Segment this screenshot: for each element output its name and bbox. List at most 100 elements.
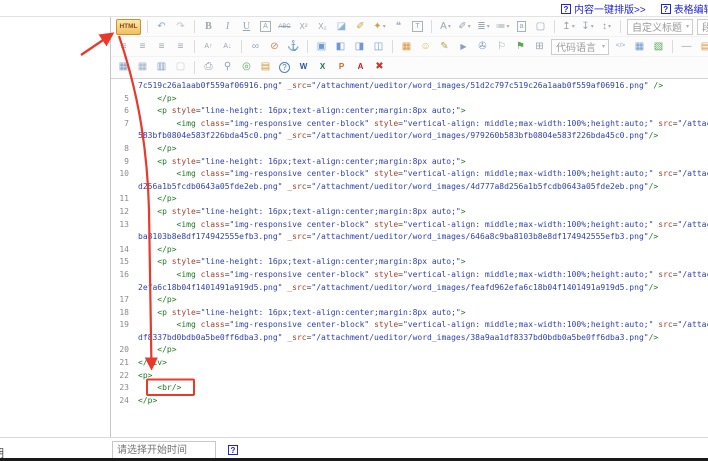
insert-table-icon[interactable]: ▦ bbox=[114, 59, 133, 76]
clear-doc-icon[interactable]: ▢ bbox=[531, 18, 550, 35]
line-number: 24 bbox=[111, 395, 134, 408]
top-link-0[interactable]: ?内容一键排版>> bbox=[561, 1, 646, 16]
code-line: 11 </p> bbox=[111, 193, 708, 206]
code-text-highlighted: <br/> bbox=[134, 382, 181, 395]
toolbar-separator bbox=[194, 40, 195, 53]
image-left-icon[interactable]: ◧ bbox=[331, 38, 350, 55]
undo-icon[interactable]: ↶ bbox=[152, 18, 171, 35]
search-replace-icon[interactable]: ◎ bbox=[237, 59, 256, 76]
image-right-icon[interactable]: ◨ bbox=[350, 38, 369, 55]
preview-icon[interactable]: ⚲ bbox=[218, 59, 237, 76]
anchor-icon[interactable]: ⚓ bbox=[284, 38, 303, 55]
align-justify-icon[interactable]: ≡ bbox=[171, 38, 190, 55]
scrawl-icon[interactable]: ✎ bbox=[435, 38, 454, 55]
google-map-icon[interactable]: ⚑ bbox=[511, 38, 530, 55]
code-language-select[interactable]: 代码语言▾ bbox=[551, 39, 609, 55]
fullscreen-icon[interactable]: ✖ bbox=[370, 59, 389, 76]
emotion-icon[interactable]: ☺ bbox=[416, 38, 435, 55]
excel-icon[interactable]: X bbox=[313, 59, 332, 76]
unordered-list-icon[interactable]: ≔▾ bbox=[493, 18, 512, 35]
line-number bbox=[111, 80, 134, 93]
toolbar-row: HTML ↶↷ BIUAABCX²X₂◪✐✦▾❝T A▾✐▾≣▾≔▾a▢ ↥▾↧▾↕▾ 自… bbox=[111, 17, 708, 37]
insert-code-icon[interactable]: </> bbox=[611, 38, 630, 55]
format-painter-icon[interactable]: ✐ bbox=[351, 18, 370, 35]
code-text: </p> bbox=[134, 344, 177, 357]
code-text: ba8103b8e8df174942555efb3.png" _src="/at… bbox=[134, 231, 658, 244]
chevron-down-icon: ▾ bbox=[468, 23, 471, 30]
top-link-label: 内容一键排版>> bbox=[574, 1, 646, 16]
line-number: 22 bbox=[111, 370, 134, 383]
delete-table-icon[interactable]: ▦ bbox=[133, 59, 152, 76]
unlink-icon[interactable]: ⊘ bbox=[265, 38, 284, 55]
superscript-icon[interactable]: X² bbox=[294, 18, 313, 35]
source-button[interactable]: HTML bbox=[116, 19, 141, 35]
link-icon[interactable]: ∞ bbox=[246, 38, 265, 55]
line-number: 11 bbox=[111, 193, 134, 206]
italic-icon[interactable]: I bbox=[218, 18, 237, 35]
auto-typeset-icon[interactable]: ✦▾ bbox=[370, 18, 389, 35]
ordered-list-icon[interactable]: ≣▾ bbox=[474, 18, 493, 35]
underline-icon[interactable]: U bbox=[237, 18, 256, 35]
line-height-icon[interactable]: ↕▾ bbox=[597, 18, 616, 35]
insert-frame-icon[interactable]: ⊞ bbox=[530, 38, 549, 55]
paste-plain-icon[interactable]: T bbox=[408, 18, 427, 35]
strikethrough-icon[interactable]: ABC bbox=[275, 18, 294, 35]
line-number: 6 bbox=[111, 105, 134, 118]
code-line: 19 <img class="img-responsive center-blo… bbox=[111, 319, 708, 332]
word-import-icon[interactable]: W bbox=[294, 59, 313, 76]
redo-icon[interactable]: ↷ bbox=[171, 18, 190, 35]
attachment-icon[interactable]: ✇ bbox=[473, 38, 492, 55]
row-spacing-top-icon[interactable]: ↥▾ bbox=[559, 18, 578, 35]
insert-image-icon[interactable]: ▦ bbox=[397, 38, 416, 55]
line-number: 20 bbox=[111, 344, 134, 357]
blockquote-icon[interactable]: ❝ bbox=[389, 18, 408, 35]
toolbar-separator bbox=[307, 40, 308, 53]
drafts-icon[interactable]: ▤ bbox=[256, 59, 275, 76]
code-text: <p style="line-height: 16px;text-align:c… bbox=[134, 206, 466, 219]
font-size-down-icon[interactable]: A↓ bbox=[218, 38, 237, 55]
image-none-icon[interactable]: ▣ bbox=[312, 38, 331, 55]
edit-table-icon[interactable]: ▦ bbox=[630, 38, 649, 55]
chevron-down-icon: ▾ bbox=[448, 23, 451, 30]
table-props-icon[interactable]: ▥ bbox=[152, 59, 171, 76]
ueditor: HTML↶↷BIUAABCX²X₂◪✐✦▾❝TA▾✐▾≣▾≔▾a▢↥▾↧▾↕▾自… bbox=[110, 17, 708, 437]
help-icon[interactable]: ? bbox=[275, 59, 294, 76]
top-link-1[interactable]: ?表格编辑数据 bbox=[661, 1, 708, 16]
background-color-icon[interactable]: ✐▾ bbox=[455, 18, 474, 35]
code-text: <img class="img-responsive center-block"… bbox=[134, 319, 708, 332]
image-center-icon[interactable]: ◫ bbox=[369, 38, 388, 55]
line-number bbox=[111, 181, 134, 194]
pdf-icon[interactable]: A bbox=[351, 59, 370, 76]
align-left-icon[interactable]: ≡ bbox=[114, 38, 133, 55]
start-time-input[interactable] bbox=[112, 441, 216, 459]
insert-video-icon[interactable]: ▶ bbox=[454, 38, 473, 55]
font-color-icon[interactable]: A▾ bbox=[436, 18, 455, 35]
toolbar-separator bbox=[147, 20, 148, 33]
horizontal-rule-icon[interactable]: — bbox=[677, 38, 696, 55]
field-help-icon[interactable]: ? bbox=[228, 445, 238, 455]
font-size-up-icon[interactable]: A↑ bbox=[199, 38, 218, 55]
select-all-icon[interactable]: a bbox=[512, 18, 531, 35]
subscript-icon[interactable]: X₂ bbox=[313, 18, 332, 35]
align-center-icon[interactable]: ≡ bbox=[133, 38, 152, 55]
date-icon[interactable]: ▤ bbox=[696, 38, 708, 55]
row-spacing-bottom-icon[interactable]: ↧▾ bbox=[578, 18, 597, 35]
custom-style-select[interactable]: 自定义标题▾ bbox=[627, 19, 693, 35]
image-manager-icon[interactable]: ▧ bbox=[649, 38, 668, 55]
source-code-area[interactable]: 7c519c26a1aab0f559af06916.png" _src="/at… bbox=[111, 80, 708, 437]
font-border-icon[interactable]: A bbox=[256, 18, 275, 35]
remove-format-icon[interactable]: ◪ bbox=[332, 18, 351, 35]
line-number: 13 bbox=[111, 219, 134, 232]
line-number: 17 bbox=[111, 294, 134, 307]
bold-icon[interactable]: B bbox=[199, 18, 218, 35]
paragraph-select[interactable]: 段落▾ bbox=[697, 19, 708, 35]
ppt-icon[interactable]: P bbox=[332, 59, 351, 76]
align-right-icon[interactable]: ≡ bbox=[152, 38, 171, 55]
toolbar-separator bbox=[554, 20, 555, 33]
page-canvas: { "page": { "help_symbol": "?", "top_lin… bbox=[0, 0, 708, 461]
code-text: </p> bbox=[134, 93, 177, 106]
print-icon[interactable]: ⎙ bbox=[199, 59, 218, 76]
page-break-icon[interactable]: ▢ bbox=[171, 59, 190, 76]
toolbar-separator bbox=[194, 20, 195, 33]
map-icon[interactable]: ⚐ bbox=[492, 38, 511, 55]
